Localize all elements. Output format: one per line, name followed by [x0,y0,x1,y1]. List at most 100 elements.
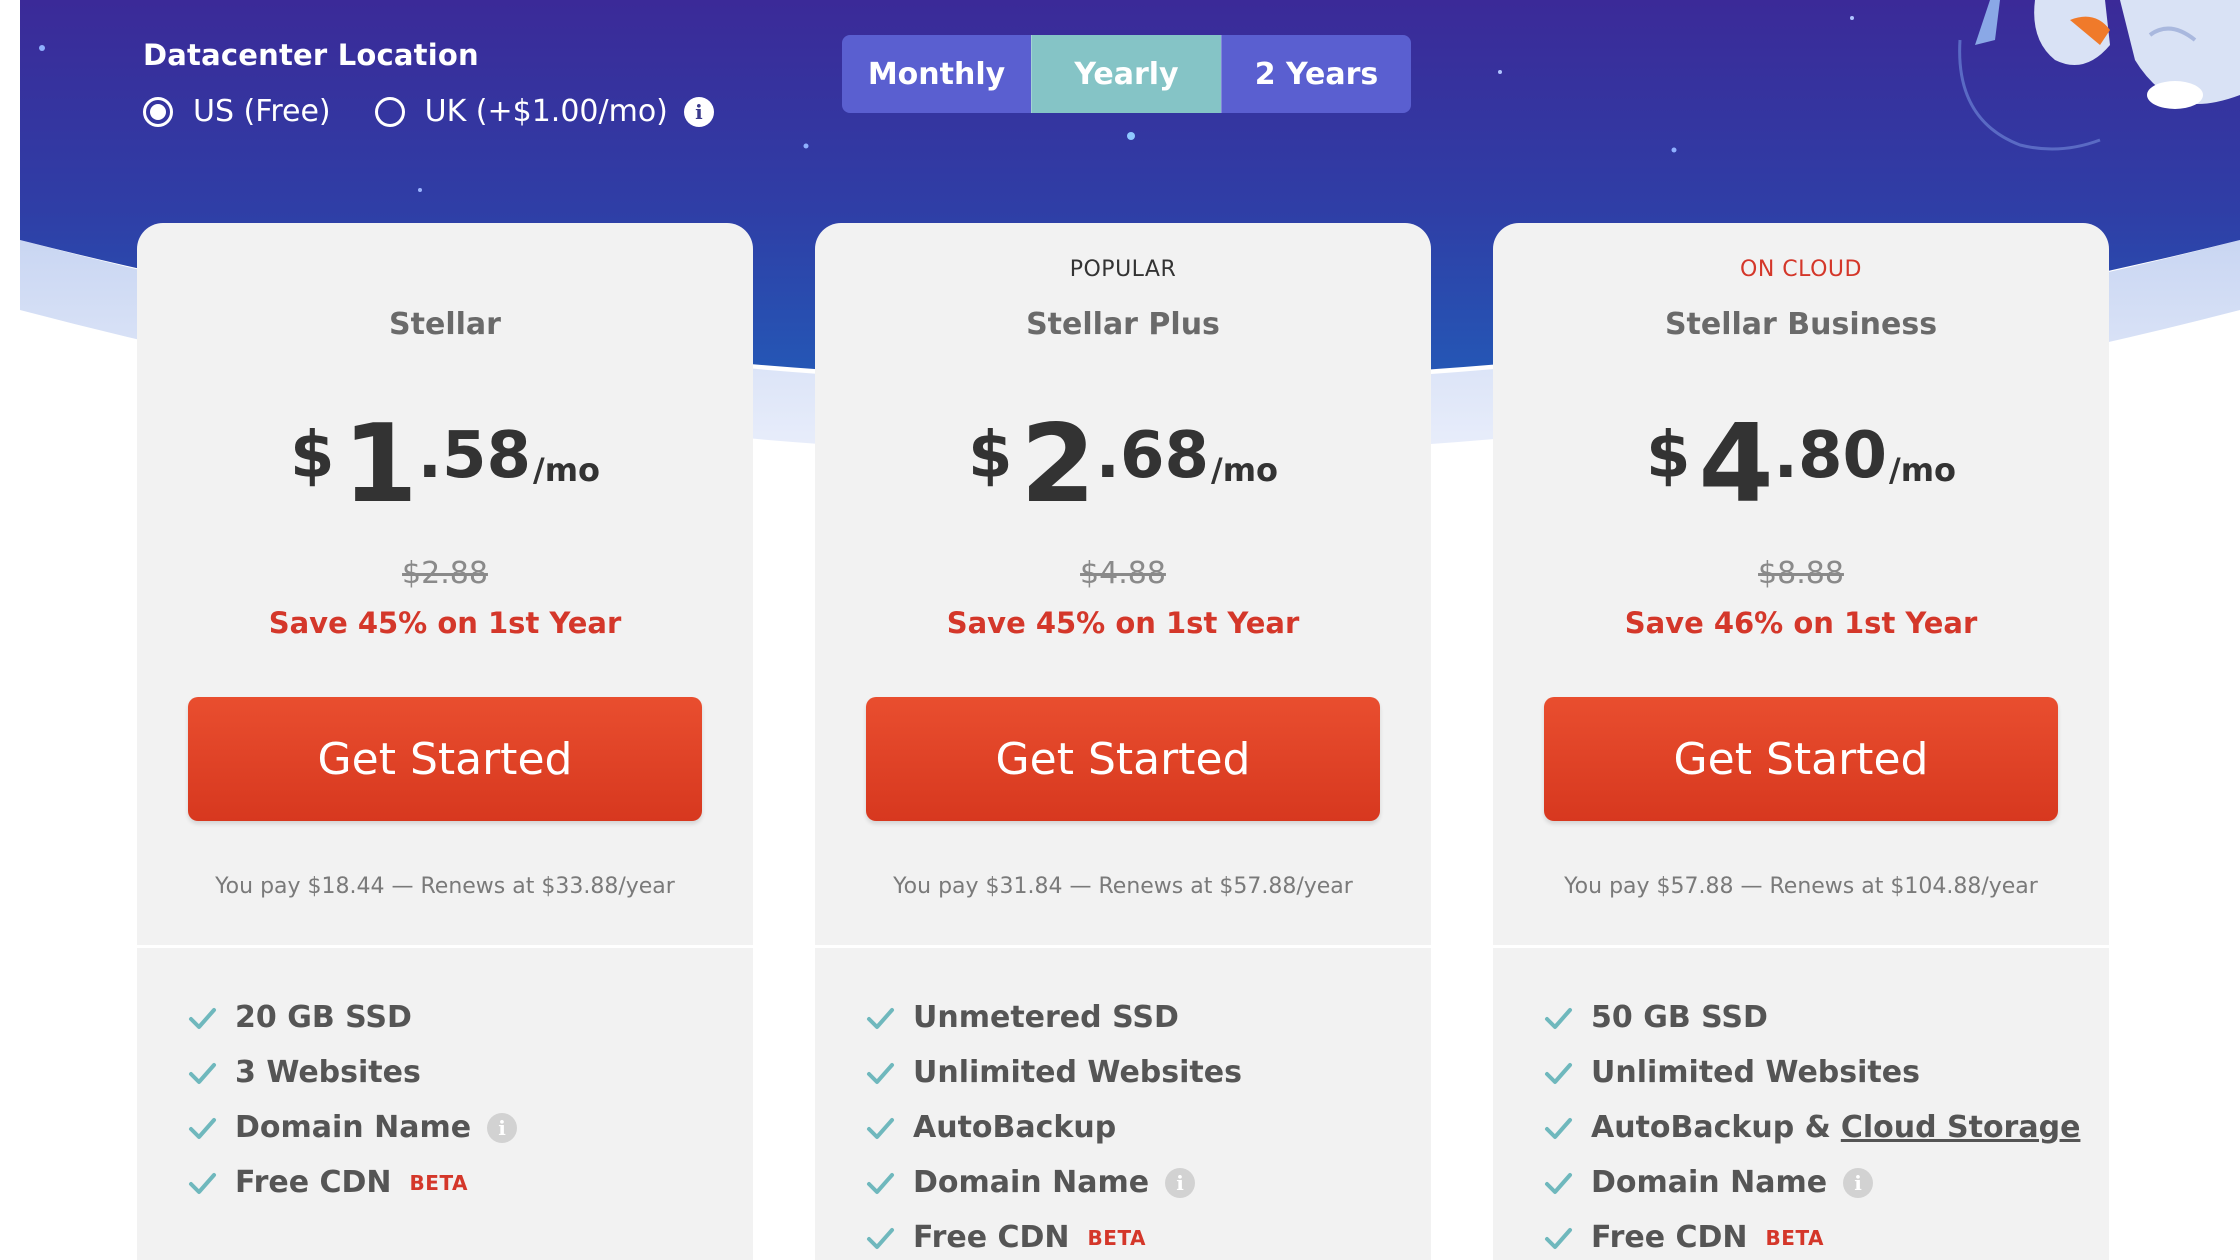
feature-label: Free CDN [235,1165,392,1200]
check-icon [189,1007,216,1029]
price-period: /mo [533,451,601,489]
plan-name: Stellar Plus [1026,307,1220,342]
price-dollars: 1 [342,402,418,527]
datacenter-title: Datacenter Location [143,38,479,72]
get-started-button[interactable]: Get Started [188,697,702,821]
price-currency: $ [289,419,335,493]
check-icon [1545,1172,1572,1194]
plan-card-stellar-business: ON CLOUD Stellar Business $ 4 .80 /mo $8… [1493,223,2109,1260]
feature-label: Free CDN [913,1220,1070,1255]
get-started-button[interactable]: Get Started [1544,697,2058,821]
pay-note: You pay $31.84 — Renews at $57.88/year [893,874,1353,899]
pay-note: You pay $18.44 — Renews at $33.88/year [215,874,675,899]
feature-item: AutoBackup & Cloud Storage [1543,1100,2080,1155]
feature-label: Unmetered SSD [913,1000,1179,1035]
feature-list: 20 GB SSD 3 Websites Domain Name i Free … [187,990,518,1210]
feature-item: AutoBackup [865,1100,1242,1155]
datacenter-option-us[interactable]: US (Free) [143,94,331,129]
check-icon [867,1227,894,1249]
price-dollars: 4 [1698,402,1774,527]
feature-item: Unlimited Websites [1543,1045,2080,1100]
old-price: $8.88 [1758,556,1844,591]
on-cloud-badge: ON CLOUD [1740,257,1862,282]
info-icon[interactable]: i [1165,1167,1196,1198]
plan-price: $ 4 .80 /mo [1493,411,2109,519]
get-started-button[interactable]: Get Started [866,697,1380,821]
plan-card-stellar: Stellar $ 1 .58 /mo $2.88 Save 45% on 1s… [137,223,753,1260]
feature-label: AutoBackup & [1591,1110,1831,1145]
feature-item: Unlimited Websites [865,1045,1242,1100]
feature-label: Domain Name [913,1165,1150,1200]
datacenter-location: Datacenter Location US (Free) UK (+$1.00… [143,38,714,129]
popular-badge: POPULAR [1069,257,1177,282]
save-text: Save 46% on 1st Year [1624,606,1978,640]
beta-badge: BETA [1765,1225,1825,1250]
price-dollars: 2 [1020,402,1096,527]
feature-label: Unlimited Websites [1591,1055,1920,1090]
check-icon [189,1117,216,1139]
info-icon[interactable]: i [487,1112,518,1143]
price-period: /mo [1889,451,1957,489]
old-price: $4.88 [1080,556,1166,591]
tab-monthly[interactable]: Monthly [842,35,1031,113]
feature-label: Unlimited Websites [913,1055,1242,1090]
feature-item: Free CDN BETA [187,1155,517,1210]
feature-label: 20 GB SSD [235,1000,412,1035]
cloud-storage-link[interactable]: Cloud Storage [1841,1110,2081,1145]
beta-badge: BETA [1087,1225,1147,1250]
save-text: Save 45% on 1st Year [268,606,622,640]
billing-period-toggle: Monthly Yearly 2 Years [842,35,1411,113]
tab-2-years[interactable]: 2 Years [1221,35,1411,113]
price-cents: .80 [1773,419,1888,493]
check-icon [1545,1117,1572,1139]
check-icon [1545,1062,1572,1084]
check-icon [189,1062,216,1084]
info-icon[interactable]: i [1843,1167,1874,1198]
check-icon [189,1172,216,1194]
plan-price: $ 1 .58 /mo [137,411,753,519]
feature-label: Domain Name [1591,1165,1828,1200]
card-divider [815,945,1431,948]
feature-item: Free CDN BETA [865,1210,1242,1260]
feature-item: Free CDN BETA [1543,1210,2080,1260]
radio-selected-icon[interactable] [143,96,173,127]
feature-item: Domain Name i [1543,1155,2080,1210]
datacenter-option-uk[interactable]: UK (+$1.00/mo) i [374,94,714,129]
save-text: Save 45% on 1st Year [946,606,1300,640]
feature-item: Domain Name i [187,1100,518,1155]
datacenter-options: US (Free) UK (+$1.00/mo) i [143,94,714,129]
feature-label: Domain Name [235,1110,472,1145]
price-cents: .68 [1095,419,1210,493]
check-icon [867,1172,894,1194]
old-price: $2.88 [402,556,488,591]
pay-note: You pay $57.88 — Renews at $104.88/year [1564,874,2038,899]
price-currency: $ [1645,419,1691,493]
price-currency: $ [967,419,1013,493]
feature-item: Domain Name i [865,1155,1242,1210]
radio-unselected-icon[interactable] [374,96,405,127]
feature-list: Unmetered SSD Unlimited Websites AutoBac… [865,990,1242,1260]
card-divider [137,945,753,948]
datacenter-option-label: UK (+$1.00/mo) [424,94,668,129]
price-period: /mo [1211,451,1279,489]
plan-card-stellar-plus: POPULAR Stellar Plus $ 2 .68 /mo $4.88 S… [815,223,1431,1260]
info-icon[interactable]: i [683,96,714,127]
feature-label: Free CDN [1591,1220,1748,1255]
feature-item: 20 GB SSD [187,990,517,1045]
feature-item: 50 GB SSD [1543,990,2080,1045]
plan-price: $ 2 .68 /mo [815,411,1431,519]
check-icon [1545,1227,1572,1249]
plan-name: Stellar [389,307,501,342]
beta-badge: BETA [409,1170,469,1195]
check-icon [1545,1007,1572,1029]
feature-item: Unmetered SSD [865,990,1242,1045]
datacenter-option-label: US (Free) [193,94,331,129]
feature-label: 3 Websites [235,1055,421,1090]
feature-item: 3 Websites [187,1045,517,1100]
check-icon [867,1117,894,1139]
plan-name: Stellar Business [1664,307,1938,342]
tab-yearly[interactable]: Yearly [1031,35,1221,113]
card-divider [1493,945,2109,948]
feature-label: AutoBackup [913,1110,1117,1145]
check-icon [867,1062,894,1084]
